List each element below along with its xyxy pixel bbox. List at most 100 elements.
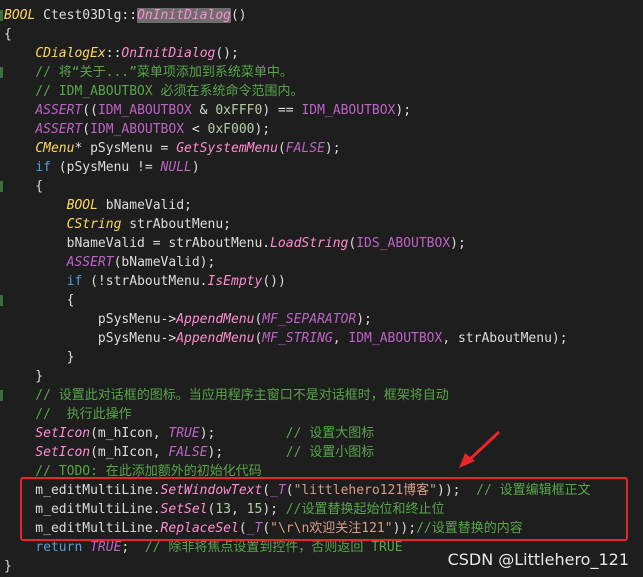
code-token: );	[356, 312, 372, 327]
code-token: LoadString	[270, 236, 349, 251]
code-line[interactable]: bNameValid = strAboutMenu.LoadString(IDS…	[4, 234, 466, 253]
code-line[interactable]: // 执行此操作	[4, 405, 132, 424]
code-token: // 设置小图标	[285, 445, 375, 460]
code-token: (bNameValid);	[113, 255, 216, 270]
code-token: (!strAboutMenu.	[82, 274, 208, 289]
code-token: Ctest03Dlg::	[35, 8, 138, 23]
code-line[interactable]: ASSERT(bNameValid);	[4, 253, 216, 272]
code-token: (pSysMenu !=	[50, 160, 161, 175]
highlight-annotation-box	[20, 477, 628, 541]
code-line[interactable]: SetIcon(m_hIcon, TRUE); // 设置大图标	[4, 424, 374, 443]
code-token: ())	[262, 274, 286, 289]
code-token: 0xFFF0	[215, 103, 263, 118]
code-line[interactable]: CDialogEx::OnInitDialog();	[4, 44, 239, 63]
code-line[interactable]: BOOL Ctest03Dlg::OnInitDialog()	[4, 6, 247, 25]
code-line[interactable]: ASSERT(IDM_ABOUTBOX < 0xF000);	[4, 120, 270, 139]
code-line[interactable]: {	[4, 25, 12, 44]
code-token: IDM_ABOUTBOX	[97, 103, 192, 118]
code-token: CDialogEx	[35, 46, 106, 61]
code-line[interactable]: {	[4, 177, 43, 196]
code-token: );	[254, 122, 271, 137]
code-token: ASSERT	[66, 255, 114, 270]
code-token: );	[207, 445, 286, 460]
code-token: CMenu	[35, 141, 75, 156]
code-line[interactable]: SetIcon(m_hIcon, FALSE); // 设置小图标	[4, 443, 374, 462]
code-line[interactable]: {	[4, 291, 75, 310]
code-token: (	[82, 122, 91, 137]
code-token: // 执行此操作	[4, 407, 132, 422]
code-token: MF_SEPARATOR	[262, 312, 357, 327]
code-token: TRUE	[168, 426, 200, 441]
code-token: // 除非将焦点设置到控件，否则返回 TRUE	[144, 540, 403, 555]
code-token: {	[4, 27, 12, 42]
code-token: 0xF000	[207, 122, 255, 137]
code-token: IDM_ABOUTBOX	[301, 103, 396, 118]
code-token: ) ==	[262, 103, 302, 118]
fold-marker	[0, 390, 3, 401]
code-token: BOOL	[4, 8, 36, 23]
fold-marker	[0, 67, 3, 78]
code-line[interactable]: if (pSysMenu != NULL)	[4, 158, 200, 177]
code-token: TRUE	[90, 540, 122, 555]
code-token: {	[4, 179, 44, 194]
code-line[interactable]: // 将“关于...”菜单项添加到系统菜单中。	[4, 63, 293, 82]
code-token: );	[395, 103, 412, 118]
code-token: FALSE	[168, 445, 208, 460]
code-token: }	[4, 559, 12, 574]
code-token: &	[191, 103, 216, 118]
code-line[interactable]: }	[4, 557, 12, 576]
code-token: bNameValid = strAboutMenu.	[4, 236, 271, 251]
code-token: );	[450, 236, 466, 251]
code-token: IDM_ABOUTBOX	[90, 122, 185, 137]
code-token: pSysMenu->	[4, 312, 177, 327]
code-token: NULL	[160, 160, 192, 175]
code-line[interactable]: // IDM_ABOUTBOX 必须在系统命令范围内。	[4, 82, 303, 101]
code-token: <	[184, 122, 208, 137]
code-token: strAboutMenu;	[121, 217, 231, 232]
code-token: pSysMenu->	[4, 331, 177, 346]
code-token: , strAboutMenu);	[442, 331, 568, 346]
code-token: SetIcon	[35, 445, 91, 460]
code-token: OnInitDialog	[137, 8, 231, 23]
code-token: );	[324, 141, 341, 156]
fold-marker	[0, 10, 3, 21]
code-editor[interactable]: BOOL Ctest03Dlg::OnInitDialog(){ CDialog…	[0, 0, 643, 577]
code-token: AppendMenu	[176, 312, 255, 327]
code-token: MF_STRING	[262, 331, 333, 346]
code-line[interactable]: pSysMenu->AppendMenu(MF_STRING, IDM_ABOU…	[4, 329, 568, 348]
code-token: ((	[82, 103, 98, 118]
code-line[interactable]: CString strAboutMenu;	[4, 215, 231, 234]
code-token: if	[35, 160, 51, 175]
fold-marker	[0, 295, 3, 306]
code-token: ;	[121, 540, 145, 555]
code-line[interactable]: if (!strAboutMenu.IsEmpty())	[4, 272, 286, 291]
code-token: return	[35, 540, 83, 555]
code-token: ()	[230, 8, 247, 23]
watermark: CSDN @Littlehero_121	[447, 550, 629, 569]
code-line[interactable]: // 设置此对话框的图标。当应用程序主窗口不是对话框时，框架将自动	[4, 386, 449, 405]
code-token: // 设置此对话框的图标。当应用程序主窗口不是对话框时，框架将自动	[4, 388, 449, 403]
code-token: // 将“关于...”菜单项添加到系统菜单中。	[4, 65, 293, 80]
code-token: (m_hIcon,	[90, 445, 169, 460]
code-token: IDM_ABOUTBOX	[348, 331, 443, 346]
code-token: SetIcon	[35, 426, 91, 441]
code-line[interactable]: ASSERT((IDM_ABOUTBOX & 0xFFF0) == IDM_AB…	[4, 101, 411, 120]
code-line[interactable]: BOOL bNameValid;	[4, 196, 192, 215]
code-token: (m_hIcon,	[90, 426, 169, 441]
code-line[interactable]: }	[4, 348, 75, 367]
code-line[interactable]: CMenu* pSysMenu = GetSystemMenu(FALSE);	[4, 139, 341, 158]
code-token: )	[191, 160, 200, 175]
code-token: ::	[105, 46, 122, 61]
red-arrow-icon	[459, 430, 501, 468]
code-token: ();	[215, 46, 239, 61]
code-token: }	[4, 350, 75, 365]
code-line[interactable]: pSysMenu->AppendMenu(MF_SEPARATOR);	[4, 310, 372, 329]
code-line[interactable]: }	[4, 367, 43, 386]
